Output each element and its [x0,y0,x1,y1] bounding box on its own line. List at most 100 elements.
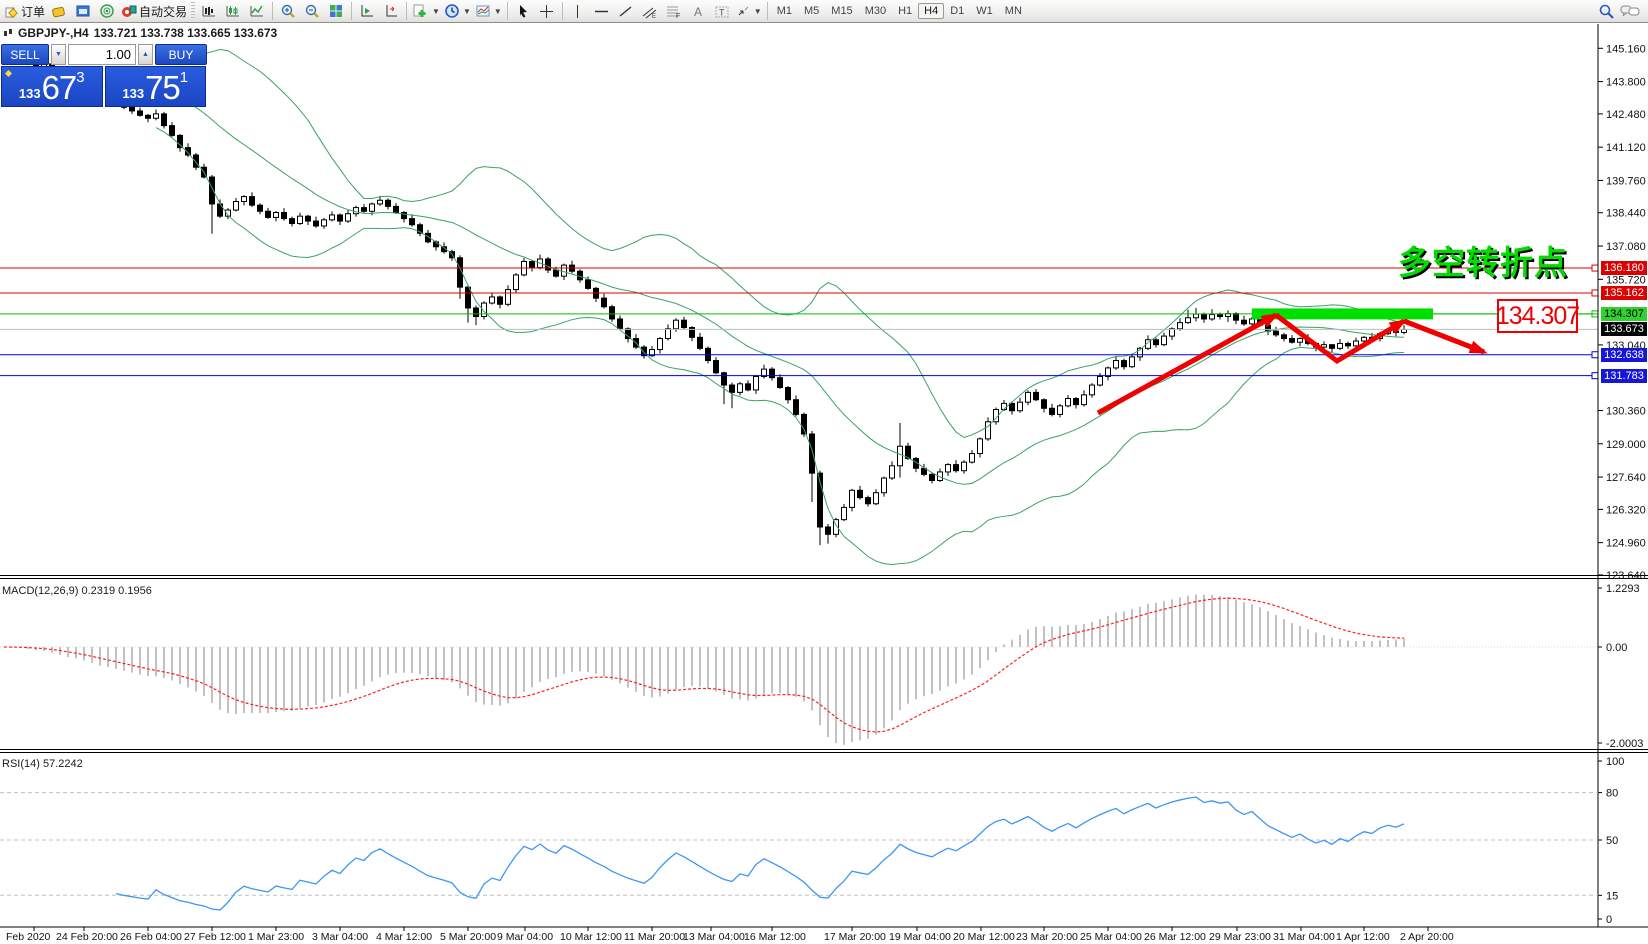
fibonacci-button[interactable]: F [662,1,686,21]
timeframe-m5[interactable]: M5 [798,3,825,19]
turning-point-annotation: 多空转折点 [1398,236,1568,284]
rsi-label: RSI(14) 57.2242 [2,758,83,770]
svg-text:3 Mar 04:00: 3 Mar 04:00 [312,931,368,943]
label-button[interactable]: T [710,1,734,21]
new-order-button[interactable]: 订单 [2,1,47,21]
buy-price-box[interactable]: 133 75 1 [105,66,207,107]
trend-arrows [1098,313,1488,413]
timeframe-h1[interactable]: H1 [892,3,918,19]
one-click-trading-panel: SELL ▼ ▲ BUY 133 67 3 133 75 1 [1,44,206,107]
chevron-down-icon: ▼ [754,7,762,16]
horizontal-line-button[interactable] [590,1,614,21]
text-icon: A [691,4,705,19]
svg-text:20 Mar 12:00: 20 Mar 12:00 [953,931,1015,943]
svg-text:135.720: 135.720 [1606,274,1646,286]
line-chart-button[interactable] [245,1,269,21]
indicators-button[interactable]: ▼ [410,1,442,21]
timeframe-bar: M1M5M15M30H1H4D1W1MN [771,3,1028,19]
chat-icon [1620,3,1640,20]
svg-text:T: T [719,7,725,17]
chart-shift-button[interactable] [379,1,403,21]
sell-price-box[interactable]: 133 67 3 [1,66,103,107]
shapes-icon [736,4,751,19]
svg-text:4 Mar 12:00: 4 Mar 12:00 [376,931,432,943]
svg-text:126.320: 126.320 [1606,504,1646,516]
svg-text:80: 80 [1606,788,1618,800]
shapes-button[interactable]: ▼ [734,1,764,21]
sell-price-figure: 133 [19,84,41,104]
spread-diamond-icon [5,70,12,77]
price-tag-131.783: 131.783 [1601,369,1647,383]
tile-windows-button[interactable] [324,1,348,21]
svg-text:5 Mar 20:00: 5 Mar 20:00 [440,931,496,943]
marketwatch-button[interactable] [47,1,71,21]
signal-button[interactable] [95,1,119,21]
svg-text:27 Feb 12:00: 27 Feb 12:00 [184,931,246,943]
timeframe-d1[interactable]: D1 [944,3,970,19]
autotrading-icon [121,3,137,19]
macd-label: MACD(12,26,9) 0.2319 0.1956 [2,585,152,597]
svg-text:138.440: 138.440 [1606,208,1646,220]
timeframe-w1[interactable]: W1 [970,3,999,19]
volume-input[interactable] [68,44,136,65]
svg-text:127.640: 127.640 [1606,472,1646,484]
timeframe-m15[interactable]: M15 [825,3,858,19]
price-tag-133.673: 133.673 [1601,322,1647,336]
candlestick-button[interactable] [221,1,245,21]
text-button[interactable]: A [686,1,710,21]
label-icon: T [714,4,730,19]
toolbar-separator [507,2,508,20]
volume-decrease-button[interactable]: ▼ [51,44,66,65]
data-window-button[interactable] [71,1,95,21]
line-chart-icon [249,3,265,19]
svg-text:16 Mar 12:00: 16 Mar 12:00 [744,931,806,943]
chevron-down-icon: ▼ [432,7,440,16]
buy-button[interactable]: BUY [155,44,207,65]
template-button[interactable]: ▼ [473,1,504,21]
svg-text:26 Feb 04:00: 26 Feb 04:00 [120,931,182,943]
price-tag-132.638: 132.638 [1601,348,1647,362]
channel-icon: E [641,4,658,19]
search-button[interactable] [1594,1,1618,21]
timeframe-mn[interactable]: MN [999,3,1028,19]
chat-button[interactable] [1618,1,1642,21]
svg-text:9 Mar 04:00: 9 Mar 04:00 [497,931,553,943]
bollinger-bands [156,44,1404,565]
autotrading-button[interactable]: 自动交易 [119,1,189,21]
svg-text:137.080: 137.080 [1606,241,1646,253]
zoom-in-button[interactable] [276,1,300,21]
volume-increase-button[interactable]: ▲ [138,44,153,65]
svg-text:0.00: 0.00 [1606,642,1627,654]
svg-text:24 Feb 20:00: 24 Feb 20:00 [56,931,118,943]
channel-button[interactable]: E [638,1,662,21]
timeframe-h4[interactable]: H4 [918,3,944,19]
buy-price-pips: 75 [145,71,180,104]
bar-chart-icon [201,3,217,19]
svg-text:Feb 2020: Feb 2020 [6,931,51,943]
periods-button[interactable]: ▼ [442,1,473,21]
timeframe-m30[interactable]: M30 [859,3,892,19]
svg-text:F: F [676,13,680,19]
zoom-out-button[interactable] [300,1,324,21]
chart-canvas[interactable]: 145.160143.800142.480141.120139.760138.4… [0,0,1648,944]
price-callout-box: 134.307 [1497,299,1578,333]
svg-text:2 Apr 20:00: 2 Apr 20:00 [1400,931,1454,943]
trendline-button[interactable] [614,1,638,21]
auto-scroll-button[interactable] [355,1,379,21]
fibonacci-icon: F [665,4,682,19]
new-order-icon [4,4,19,19]
cursor-button[interactable] [511,1,535,21]
svg-text:26 Mar 12:00: 26 Mar 12:00 [1144,931,1206,943]
price-tag-134.307: 134.307 [1601,307,1647,321]
periods-icon [444,3,460,19]
sell-button[interactable]: SELL [1,44,49,65]
svg-text:1 Mar 23:00: 1 Mar 23:00 [248,931,304,943]
timeframe-m1[interactable]: M1 [771,3,798,19]
sell-price-point: 3 [76,70,84,85]
svg-text:10 Mar 12:00: 10 Mar 12:00 [560,931,622,943]
crosshair-button[interactable] [535,1,559,21]
panel-frames [0,24,1648,927]
candlesticks [2,50,1407,545]
vertical-line-button[interactable] [566,1,590,21]
bar-chart-button[interactable] [197,1,221,21]
